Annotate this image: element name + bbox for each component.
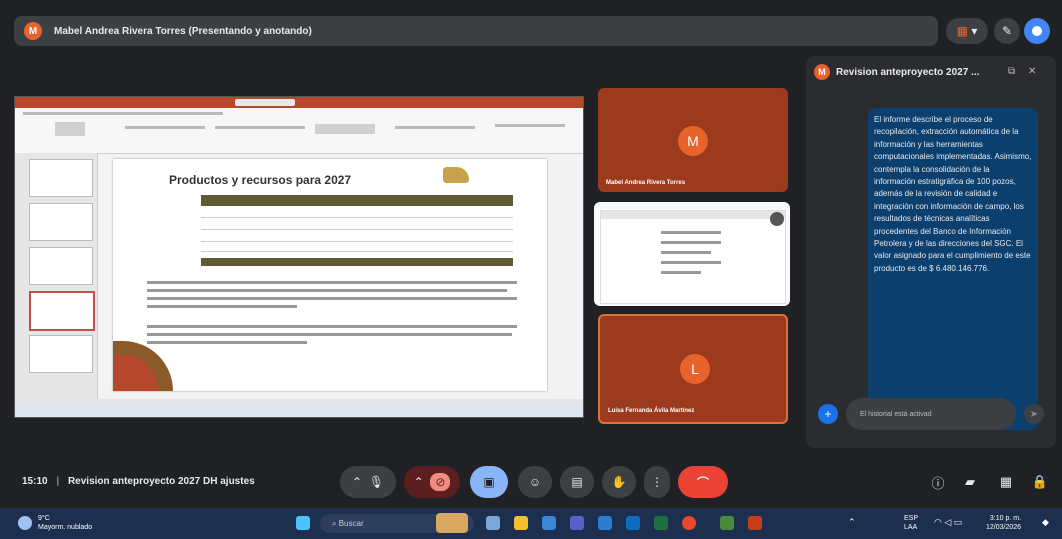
participant-name: Luisa Fernanda Ávila Martínez [608,408,695,414]
close-icon[interactable]: ✕ [1028,66,1036,77]
thumbnail[interactable] [29,247,93,285]
chrome-icon[interactable] [682,516,696,530]
hand-icon: ✋ [611,475,627,489]
raise-hand-button[interactable]: ✋ [602,466,636,498]
notification-icon[interactable]: ◆ [1042,518,1049,527]
layout-button[interactable]: ▦ ▾ [946,18,988,44]
edge-icon[interactable] [542,516,556,530]
powerpoint-titlebar [15,97,583,108]
participant-avatar: L [680,354,710,384]
file-explorer-icon[interactable] [514,516,528,530]
language-indicator[interactable]: ESP LAA [904,514,918,532]
chat-icon[interactable]: ▰ [960,472,980,492]
hangup-icon: ⌒ [696,475,709,490]
clock-time: 3:10 p. m. [989,515,1022,522]
weather-widget[interactable]: 9°C Mayorm. nublado [38,514,92,532]
meeting-info: 15:10 | Revision anteproyecto 2027 DH aj… [22,476,255,487]
word-icon[interactable] [598,516,612,530]
thumbnail[interactable] [29,335,93,373]
separator: | [56,476,60,487]
wifi-icon[interactable]: ◠ ◁ ▭ [934,518,962,527]
excel-icon[interactable] [654,516,668,530]
participant-tile[interactable]: M Mabel Andrea Rivera Torres [598,88,788,192]
present-icon: ▣ [483,475,495,489]
search-highlight-icon [436,513,468,533]
record-button[interactable] [1024,18,1050,44]
mic-icon: 🎙 [368,475,384,489]
windows-taskbar: 9°C Mayorm. nublado ⌕ Buscar ⌃ ESP LAA ◠… [0,508,1062,539]
chat-input-row: + El historial está activad ➤ [814,396,1050,432]
weather-icon [18,516,32,530]
powerpoint-icon[interactable] [748,516,762,530]
add-icon[interactable]: + [818,404,838,424]
captions-icon: ▤ [571,475,583,489]
screen-preview [600,210,786,304]
popout-icon[interactable]: ⧉ [1008,66,1015,77]
app-icon[interactable] [720,516,734,530]
search-icon: ⌕ [332,518,337,528]
annotate-button[interactable]: ✎ [994,18,1020,44]
presenter-title: Mabel Andrea Rivera Torres (Presentando … [54,25,312,37]
ppt-search-box [235,99,295,106]
presenter-bar: M Mabel Andrea Rivera Torres (Presentand… [14,16,938,46]
lang-code: ESP [904,515,919,522]
tray-overflow-icon[interactable]: ⌃ [848,518,856,527]
task-view-icon[interactable] [486,516,500,530]
chevron-up-icon: ⌃ [413,475,424,489]
chevron-up-icon: ⌃ [352,475,363,489]
chat-panel: M Revision anteproyecto 2027 ... ⧉ ✕ El … [806,56,1056,448]
hangup-button[interactable]: ⌒ [678,466,728,498]
emoji-button[interactable]: ☺ [518,466,552,498]
slide-table [201,195,513,269]
outlook-icon[interactable] [626,516,640,530]
chat-input[interactable]: El historial está activad [846,398,1016,430]
activities-icon[interactable]: ▦ [996,472,1016,492]
lang-layout: LAA [904,524,918,531]
mic-button[interactable]: ⌃ 🎙 [340,466,396,498]
camera-off-icon: ⊘ [430,473,451,491]
thumbnail-selected[interactable] [29,291,95,331]
pin-icon[interactable] [770,212,784,226]
captions-button[interactable]: ▤ [560,466,594,498]
camera-button[interactable]: ⌃ ⊘ [404,466,460,498]
clock-date: 12/03/2026 [986,524,1022,531]
clock[interactable]: 3:10 p. m. 12/03/2026 [986,514,1021,532]
chat-header: M Revision anteproyecto 2027 ... [814,64,979,80]
shared-taskbar [15,403,583,417]
search-placeholder: Buscar [338,519,364,528]
record-icon [1032,26,1042,36]
shared-screen: Productos y recursos para 2027 [14,96,584,418]
weather-temp: 9°C [38,515,50,522]
chat-message: El informe describe el proceso de recopi… [868,108,1038,430]
presenter-avatar: M [24,22,42,40]
more-options-button[interactable]: ⋮ [644,466,670,498]
participant-avatar: M [678,126,708,156]
host-controls-icon[interactable]: 🔒 [1030,472,1050,492]
participant-name: Mabel Andrea Rivera Torres [606,180,686,186]
powerpoint-ribbon [15,108,583,154]
thumbnail[interactable] [29,159,93,197]
thumbnail[interactable] [29,203,93,241]
grid-dot-icon: ▦ [956,24,968,38]
meeting-title: Revision anteproyecto 2027 DH ajustes [67,476,255,487]
present-button[interactable]: ▣ [470,466,508,498]
participant-tile-active[interactable]: L Luisa Fernanda Ávila Martínez [598,314,788,424]
slide-thumbnails [15,153,98,399]
weather-desc: Mayorm. nublado [38,524,93,531]
meeting-time: 15:10 [22,476,48,487]
slide-canvas: Productos y recursos para 2027 [113,159,547,391]
slide-logo [443,167,469,183]
send-icon[interactable]: ➤ [1024,404,1044,424]
windows-start-icon[interactable] [296,516,310,530]
more-vert-icon: ⋮ [651,475,663,489]
slide-title: Productos y recursos para 2027 [169,173,352,187]
chat-avatar: M [814,64,830,80]
chat-title: Revision anteproyecto 2027 ... [836,66,980,78]
info-icon[interactable]: ⓘ [928,472,948,492]
pen-icon: ✎ [1001,24,1013,38]
teams-icon[interactable] [570,516,584,530]
emoji-icon: ☺ [528,475,542,489]
screen-share-thumbnail-tile[interactable] [594,202,790,306]
